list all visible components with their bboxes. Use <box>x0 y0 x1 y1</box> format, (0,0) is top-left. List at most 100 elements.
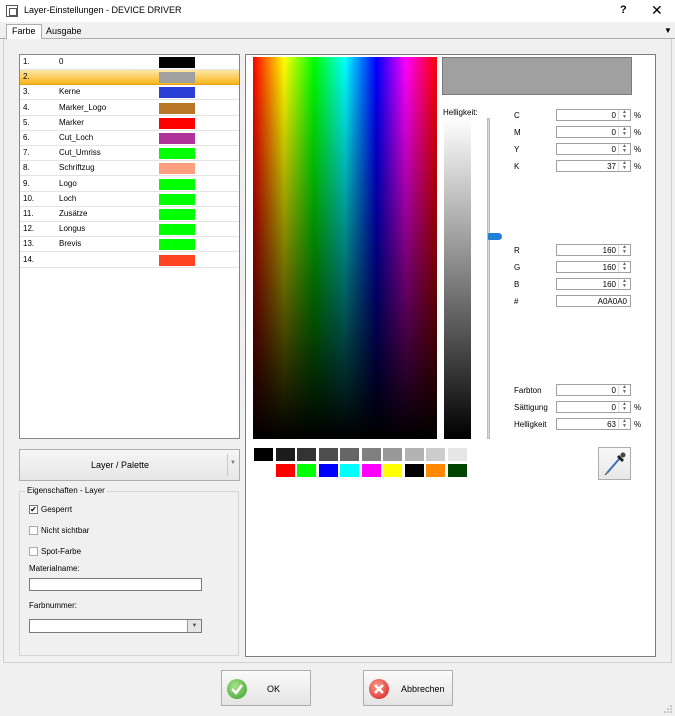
layer-row[interactable]: 4. Marker_Logo <box>20 101 239 116</box>
rgb-input-2[interactable]: 160 ▲ ▼ <box>556 278 631 290</box>
layer-color-swatch[interactable] <box>159 87 195 99</box>
palette-swatch[interactable] <box>446 447 468 462</box>
cmyk-unit: % <box>634 111 642 120</box>
cmyk-input-2[interactable]: 0 ▲ ▼ <box>556 143 631 155</box>
materialname-input[interactable] <box>29 578 202 591</box>
tab-farbe[interactable]: Farbe <box>6 24 42 40</box>
palette-swatch[interactable] <box>403 447 425 462</box>
brightness-gradient[interactable] <box>444 118 471 439</box>
palette-swatch[interactable] <box>253 463 274 478</box>
layer-row[interactable]: 2. <box>20 70 239 86</box>
layer-row[interactable]: 1. 0 <box>20 55 239 70</box>
spinner-arrows-icon[interactable]: ▲ ▼ <box>618 245 630 255</box>
layer-row[interactable]: 12. Longus <box>20 222 239 238</box>
ok-button[interactable]: OK <box>221 670 311 706</box>
layer-color-swatch[interactable] <box>159 193 195 205</box>
hsl-value: 0 <box>611 403 616 412</box>
layer-color-swatch[interactable] <box>159 57 195 68</box>
layer-color-swatch[interactable] <box>159 148 195 160</box>
layer-list[interactable]: 1. 0 2. 3. Kerne 4. Marker_Logo 5. Marker 6. Cut_L… <box>19 54 240 439</box>
spinner-arrows-icon[interactable]: ▲ ▼ <box>618 262 630 272</box>
layer-number: 4. <box>23 102 30 112</box>
chevron-down-icon[interactable]: ▼ <box>187 620 201 632</box>
palette-swatch[interactable] <box>360 463 382 478</box>
palette-swatch[interactable] <box>339 463 360 478</box>
layer-name: Logo <box>59 178 77 188</box>
resize-grip-icon[interactable] <box>663 704 673 714</box>
spinner-arrows-icon[interactable]: ▲ ▼ <box>618 279 630 289</box>
color-spectrum[interactable] <box>253 57 437 439</box>
gesperrt-checkbox[interactable]: ✔ <box>29 505 38 514</box>
rgb-input-1[interactable]: 160 ▲ ▼ <box>556 261 631 273</box>
layer-palette-button[interactable]: Layer / Palette ▼ <box>19 449 240 481</box>
rgb-input-0[interactable]: 160 ▲ ▼ <box>556 244 631 256</box>
brightness-slider-thumb[interactable] <box>488 233 502 240</box>
layer-color-swatch[interactable] <box>159 178 195 190</box>
eyedropper-button[interactable] <box>598 447 631 480</box>
palette-swatch[interactable] <box>425 447 446 462</box>
palette-swatch[interactable] <box>382 463 403 478</box>
close-button[interactable]: ✕ <box>651 2 663 19</box>
layer-color-swatch[interactable] <box>159 117 195 129</box>
layer-color-swatch[interactable] <box>159 163 195 175</box>
layer-row[interactable]: 9. Logo <box>20 177 239 192</box>
layer-color-swatch[interactable] <box>159 209 195 220</box>
palette-swatch[interactable] <box>317 447 339 462</box>
spinner-arrows-icon[interactable]: ▲ ▼ <box>618 385 630 395</box>
palette-swatch[interactable] <box>274 463 296 478</box>
palette-swatch[interactable] <box>274 447 296 462</box>
cancel-button[interactable]: Abbrechen <box>363 670 453 706</box>
tab-ausgabe[interactable]: Ausgabe <box>40 24 88 39</box>
spinner-arrows-icon[interactable]: ▲ ▼ <box>618 161 630 171</box>
spot-farbe-checkbox[interactable] <box>29 547 38 556</box>
tab-scroll-down-icon[interactable]: ▼ <box>664 26 672 35</box>
layer-row[interactable]: 13. Brevis <box>20 237 239 253</box>
spinner-arrows-icon[interactable]: ▲ ▼ <box>618 402 630 412</box>
palette-swatch[interactable] <box>317 463 339 478</box>
spinner-arrows-icon[interactable]: ▲ ▼ <box>618 144 630 154</box>
palette-swatch[interactable] <box>446 463 468 478</box>
layer-row[interactable]: 8. Schriftzug <box>20 161 239 177</box>
chevron-down-icon[interactable]: ▼ <box>230 460 236 466</box>
materialname-label: Materialname: <box>29 564 80 573</box>
layer-row[interactable]: 14. <box>20 253 239 268</box>
palette-swatch[interactable] <box>403 463 425 478</box>
layer-color-swatch[interactable] <box>159 239 195 251</box>
cmyk-input-3[interactable]: 37 ▲ ▼ <box>556 160 631 172</box>
hsl-input-1[interactable]: 0 ▲ ▼ <box>556 401 631 413</box>
layer-row[interactable]: 7. Cut_Umriss <box>20 146 239 162</box>
cmyk-input-0[interactable]: 0 ▲ ▼ <box>556 109 631 121</box>
hex-input[interactable]: A0A0A0 <box>556 295 631 307</box>
layer-color-swatch[interactable] <box>159 72 195 84</box>
layer-color-swatch[interactable] <box>159 224 195 236</box>
palette-swatch[interactable] <box>360 447 382 462</box>
spinner-arrows-icon[interactable]: ▲ ▼ <box>618 110 630 120</box>
layer-row[interactable]: 3. Kerne <box>20 85 239 101</box>
palette-swatch[interactable] <box>425 463 446 478</box>
layer-row[interactable]: 11. Zusätze <box>20 207 239 222</box>
palette-swatch[interactable] <box>296 447 317 462</box>
palette-swatch[interactable] <box>382 447 403 462</box>
rgb-value: 160 <box>602 280 616 289</box>
nicht-sichtbar-checkbox[interactable] <box>29 526 38 535</box>
layer-color-swatch[interactable] <box>159 254 195 266</box>
hsl-input-2[interactable]: 63 ▲ ▼ <box>556 418 631 430</box>
ok-button-label: OK <box>267 684 281 694</box>
brightness-slider-track[interactable] <box>487 118 490 439</box>
layer-row[interactable]: 5. Marker <box>20 116 239 131</box>
palette-swatch[interactable] <box>339 447 360 462</box>
layer-row[interactable]: 10. Loch <box>20 192 239 207</box>
hsl-input-0[interactable]: 0 ▲ ▼ <box>556 384 631 396</box>
farbnummer-select[interactable]: ▼ <box>29 619 202 633</box>
layer-row[interactable]: 6. Cut_Loch <box>20 131 239 146</box>
spot-farbe-label: Spot-Farbe <box>41 547 82 556</box>
help-button[interactable]: ? <box>620 4 627 16</box>
layer-color-swatch[interactable] <box>159 133 195 144</box>
spinner-arrows-icon[interactable]: ▲ ▼ <box>618 127 630 137</box>
palette-swatch[interactable] <box>296 463 317 478</box>
rgb-label-0: R <box>514 246 520 255</box>
layer-color-swatch[interactable] <box>159 102 195 114</box>
palette-swatch[interactable] <box>253 447 274 462</box>
spinner-arrows-icon[interactable]: ▲ ▼ <box>618 419 630 429</box>
cmyk-input-1[interactable]: 0 ▲ ▼ <box>556 126 631 138</box>
